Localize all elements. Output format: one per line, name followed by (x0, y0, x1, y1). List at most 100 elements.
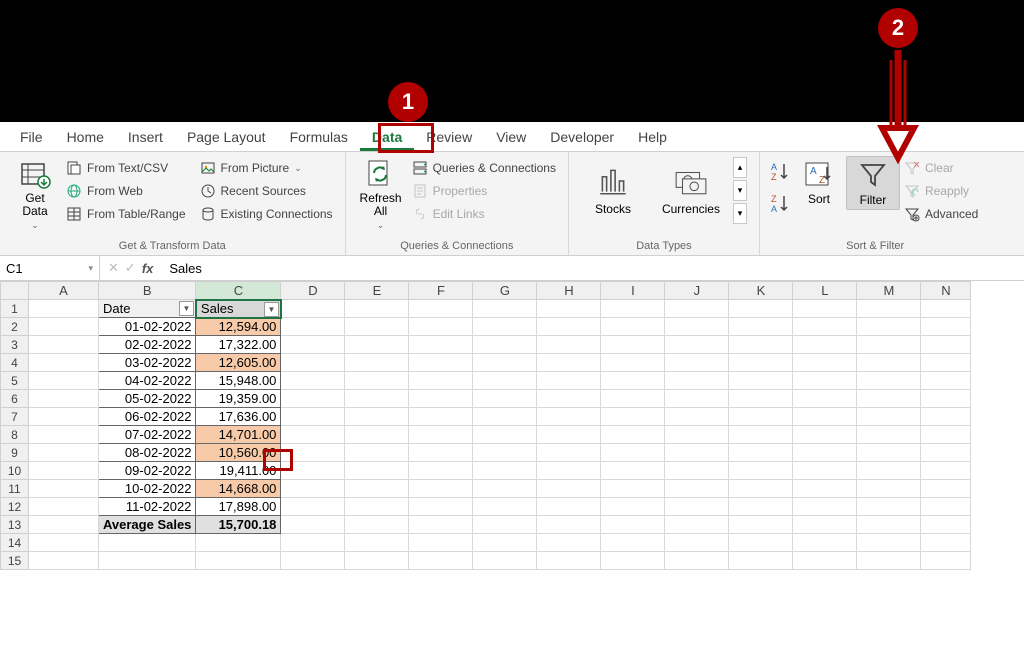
row-header[interactable]: 12 (1, 498, 29, 516)
cell-A15[interactable] (29, 552, 99, 570)
cell-L12[interactable] (793, 498, 857, 516)
column-header-A[interactable]: A (29, 282, 99, 300)
cell-E15[interactable] (345, 552, 409, 570)
cell-E3[interactable] (345, 336, 409, 354)
cell-F10[interactable] (409, 462, 473, 480)
cell-E7[interactable] (345, 408, 409, 426)
cell-I2[interactable] (601, 318, 665, 336)
tab-insert[interactable]: Insert (116, 125, 175, 151)
filter-dropdown-C[interactable]: ▼ (264, 302, 279, 317)
cell-M8[interactable] (857, 426, 921, 444)
cell-E6[interactable] (345, 390, 409, 408)
cell-J6[interactable] (665, 390, 729, 408)
cell-D8[interactable] (281, 426, 345, 444)
cell-E10[interactable] (345, 462, 409, 480)
row-header[interactable]: 10 (1, 462, 29, 480)
refresh-all-button[interactable]: Refresh All ⌄ (354, 156, 408, 233)
cell-F3[interactable] (409, 336, 473, 354)
row-header[interactable]: 7 (1, 408, 29, 426)
cell-H5[interactable] (537, 372, 601, 390)
row-header[interactable]: 5 (1, 372, 29, 390)
get-data-button[interactable]: Get Data ⌄ (8, 156, 62, 233)
cell-M11[interactable] (857, 480, 921, 498)
cell-J9[interactable] (665, 444, 729, 462)
cell-I3[interactable] (601, 336, 665, 354)
cell-L11[interactable] (793, 480, 857, 498)
cell-N12[interactable] (921, 498, 971, 516)
cell-M12[interactable] (857, 498, 921, 516)
cell-E8[interactable] (345, 426, 409, 444)
cell-L8[interactable] (793, 426, 857, 444)
cell-B2[interactable]: 01-02-2022 (99, 318, 196, 336)
from-picture-button[interactable]: From Picture ⌄ (196, 158, 337, 178)
cell-J3[interactable] (665, 336, 729, 354)
cell-B14[interactable] (99, 534, 196, 552)
cell-F1[interactable] (409, 300, 473, 318)
column-header-C[interactable]: C (196, 282, 281, 300)
cell-N13[interactable] (921, 516, 971, 534)
cell-K5[interactable] (729, 372, 793, 390)
cell-I12[interactable] (601, 498, 665, 516)
cell-A12[interactable] (29, 498, 99, 516)
cell-A6[interactable] (29, 390, 99, 408)
cell-F7[interactable] (409, 408, 473, 426)
cell-M3[interactable] (857, 336, 921, 354)
cell-H15[interactable] (537, 552, 601, 570)
cell-F6[interactable] (409, 390, 473, 408)
column-header-E[interactable]: E (345, 282, 409, 300)
cell-C6[interactable]: 19,359.00 (196, 390, 281, 408)
cell-K11[interactable] (729, 480, 793, 498)
select-all-corner[interactable] (1, 282, 29, 300)
cell-D3[interactable] (281, 336, 345, 354)
cell-H9[interactable] (537, 444, 601, 462)
column-header-M[interactable]: M (857, 282, 921, 300)
tab-developer[interactable]: Developer (538, 125, 626, 151)
cell-D13[interactable] (281, 516, 345, 534)
cell-N1[interactable] (921, 300, 971, 318)
enter-formula-icon[interactable]: ✓ (125, 260, 136, 276)
existing-connections-button[interactable]: Existing Connections (196, 204, 337, 224)
cell-L2[interactable] (793, 318, 857, 336)
cell-D4[interactable] (281, 354, 345, 372)
column-header-J[interactable]: J (665, 282, 729, 300)
cell-E1[interactable] (345, 300, 409, 318)
tab-page-layout[interactable]: Page Layout (175, 125, 278, 151)
cell-K9[interactable] (729, 444, 793, 462)
cell-I10[interactable] (601, 462, 665, 480)
advanced-filter-button[interactable]: Advanced (900, 204, 982, 224)
gallery-more[interactable]: ▾ (733, 203, 747, 224)
cell-N2[interactable] (921, 318, 971, 336)
recent-sources-button[interactable]: Recent Sources (196, 181, 337, 201)
queries-connections-button[interactable]: Queries & Connections (408, 158, 560, 178)
cell-B5[interactable]: 04-02-2022 (99, 372, 196, 390)
cell-H2[interactable] (537, 318, 601, 336)
column-header-B[interactable]: B (99, 282, 196, 300)
formula-input[interactable]: Sales (161, 256, 1024, 280)
cell-J14[interactable] (665, 534, 729, 552)
cell-I13[interactable] (601, 516, 665, 534)
cell-G5[interactable] (473, 372, 537, 390)
cell-A4[interactable] (29, 354, 99, 372)
cell-M14[interactable] (857, 534, 921, 552)
cell-L5[interactable] (793, 372, 857, 390)
cell-I11[interactable] (601, 480, 665, 498)
cell-C1[interactable]: Sales▼ (196, 300, 281, 318)
cell-N9[interactable] (921, 444, 971, 462)
cell-G3[interactable] (473, 336, 537, 354)
cell-G15[interactable] (473, 552, 537, 570)
cell-H7[interactable] (537, 408, 601, 426)
column-header-D[interactable]: D (281, 282, 345, 300)
cell-M5[interactable] (857, 372, 921, 390)
cell-G14[interactable] (473, 534, 537, 552)
cell-H10[interactable] (537, 462, 601, 480)
cell-K4[interactable] (729, 354, 793, 372)
row-header[interactable]: 13 (1, 516, 29, 534)
cell-H4[interactable] (537, 354, 601, 372)
cell-I8[interactable] (601, 426, 665, 444)
cell-J13[interactable] (665, 516, 729, 534)
cell-F15[interactable] (409, 552, 473, 570)
cell-E4[interactable] (345, 354, 409, 372)
cell-H3[interactable] (537, 336, 601, 354)
cell-C8[interactable]: 14,701.00 (196, 426, 281, 444)
cell-B4[interactable]: 03-02-2022 (99, 354, 196, 372)
